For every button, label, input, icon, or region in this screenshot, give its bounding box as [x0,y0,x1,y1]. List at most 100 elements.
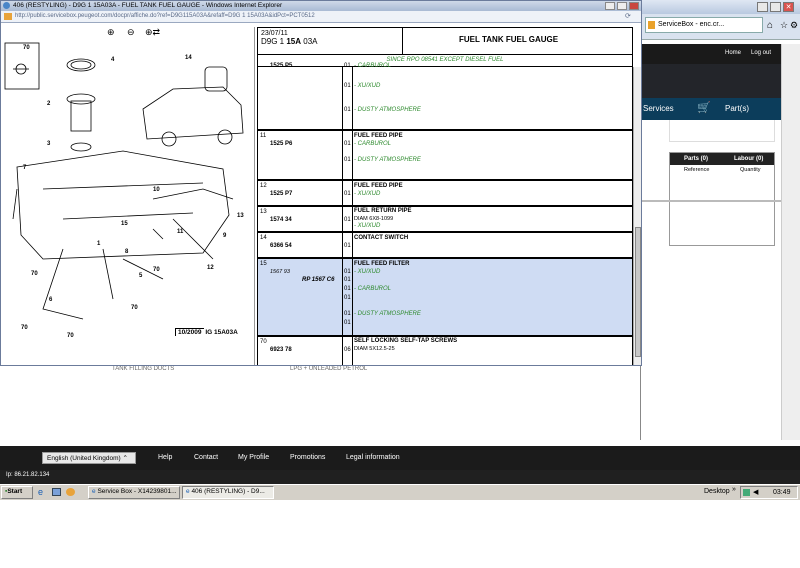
tab-parts[interactable]: Parts (0) [684,156,708,162]
popup-address-bar[interactable]: http://public.servicebox.peugeot.com/doc… [1,11,641,23]
part-reference: 6366 54 [270,243,292,249]
site-footer: English (United Kingdom) ⌃ Help Contact … [0,446,800,470]
quicklaunch-desktop-icon[interactable] [52,488,61,496]
browser-tab[interactable]: ServiceBox - enc.cr... [645,17,763,33]
ie-icon: e [92,488,96,495]
logout-link[interactable]: Log out [751,50,771,56]
header-title: FUEL TANK FUEL GAUGE [402,27,633,55]
ip-bar: Ip: 86.21.82.134 [0,470,800,484]
quicklaunch-ie-icon[interactable]: e [38,487,43,497]
home-icon[interactable]: ⌂ [767,20,773,31]
parts-tab[interactable]: Part(s) [725,104,749,113]
scrollbar-thumb[interactable] [635,227,641,357]
footer-link-contact[interactable]: Contact [194,454,218,461]
footer-link-promotions[interactable]: Promotions [290,454,325,461]
restore-icon[interactable] [770,2,781,12]
callout-15: 15 [121,221,128,227]
background-page-content: TANK FILLING DUCTS LPG + UNLEADED PETROL [0,366,640,446]
diagram-ref: IG 15A03A [205,329,238,336]
table-row[interactable]: 12 1525 P7 01 FUEL FEED PIPE - XU/XUD [257,180,633,207]
ie-icon [3,2,10,9]
col-divider [352,233,353,259]
callout-6: 6 [49,297,53,303]
background-tab-row: ServiceBox - enc.cr... ⌂ ☆ ⚙ [641,14,800,40]
gear-icon[interactable]: ⚙ [790,20,798,31]
callout-4: 4 [111,57,115,63]
minimize-icon[interactable] [605,2,615,10]
desktop-toolbar-label[interactable]: Desktop [704,488,730,495]
tray-network-icon[interactable] [743,489,750,496]
note: - DUSTY ATMOSPHERE [354,157,421,163]
col-divider [352,67,353,131]
taskbar-item-popup[interactable]: e 406 (RESTYLING) - D9... [182,486,274,499]
col-divider [342,259,343,337]
address-url: http://public.servicebox.peugeot.com/doc… [15,13,315,19]
footer-link-legal[interactable]: Legal information [346,454,400,461]
desktop-screen: { "popup": { "title": "406 (RESTYLING) -… [0,0,800,568]
qty: 01 [344,63,351,69]
footer-link-profile[interactable]: My Profile [238,454,269,461]
callout-10: 10 [153,187,160,193]
col-divider [342,337,343,365]
parts-panel: Parts (0) Labour (0) Reference Quantity [669,152,775,246]
background-titlebar: ✕ [641,0,800,14]
minimize-icon[interactable] [757,2,768,12]
popup-titlebar: 406 (RESTYLING) - D9G 1 15A03A - FUEL TA… [1,1,641,11]
star-icon[interactable]: ☆ [780,20,788,31]
col-divider [352,131,353,181]
taskbar-item-servicebox[interactable]: e Service Box - X14239801... [88,486,180,499]
col-divider [342,207,343,233]
panel-strip [669,120,775,142]
column-quantity: Quantity [740,167,761,173]
callout-1: 1 [97,241,101,247]
quicklaunch-media-icon[interactable] [66,488,75,496]
callout-14: 14 [185,55,192,61]
table-row[interactable]: 14 6366 54 01 CONTACT SWITCH [257,232,633,259]
header-subtitle: SINCE RPO 08541 EXCEPT DIESEL FUEL [257,54,633,66]
header-band [641,64,781,98]
qty: 01 [344,191,351,197]
table-row[interactable]: 11 1525 P6 01 01 FUEL FEED PIPE - CARBUR… [257,130,633,181]
part-detail: DIAM 6X8-1099 [354,216,394,222]
chevron-right-icon[interactable]: » [732,486,736,493]
vertical-scrollbar[interactable] [781,44,800,440]
close-icon[interactable]: ✕ [783,2,794,12]
parts-table: 23/07/11 D9G 1 15A 03A FUEL TANK FUEL GA… [257,27,641,365]
page-icon [648,21,655,29]
note: - XU/XUD [354,269,381,275]
part-description: FUEL FEED PIPE [354,133,403,139]
table-row[interactable]: 70 6923 78 06 SELF LOCKING SELF-TAP SCRE… [257,336,633,365]
ip-address: Ip: 86.21.82.134 [6,472,50,478]
callout-9: 9 [223,233,227,239]
start-button[interactable]: ▪Start [1,486,33,499]
gray-divider [641,200,781,202]
reload-icon[interactable]: ⟳ [625,12,631,20]
table-row[interactable]: 13 1574 34 01 FUEL RETURN PIPE DIAM 6X8-… [257,206,633,233]
col-divider [342,233,343,259]
item-number: 70 [260,339,267,345]
qty: 01 [344,286,351,292]
zoom-out-icon[interactable]: ⊖ [127,27,135,38]
callout-70c: 70 [153,267,160,273]
callout-70e: 70 [67,333,74,339]
close-icon[interactable] [629,2,639,10]
zoom-fit-icon[interactable]: ⊕⇄ [145,27,160,38]
zoom-in-icon[interactable]: ⊕ [107,27,115,38]
callout-70f: 70 [131,305,138,311]
popup-browser-window: 406 (RESTYLING) - D9G 1 15A03A - FUEL TA… [0,0,642,366]
qty: 01 [344,311,351,317]
table-row[interactable]: 1525 P5 01 01 01 - CARBUROL - XU/XUD - D… [257,63,633,131]
footer-link-help[interactable]: Help [158,454,172,461]
qty: 01 [344,141,351,147]
restore-icon[interactable] [617,2,627,10]
services-tab[interactable]: Services [643,104,674,113]
tab-labour[interactable]: Labour (0) [734,156,763,162]
diagram-footer: 10/2009 IG 15A03A [175,328,251,336]
home-link[interactable]: Home [725,50,741,56]
col-divider [342,181,343,207]
tray-volume-icon[interactable]: ◀ [753,488,758,496]
table-scrollbar[interactable] [633,67,641,365]
item-number: 11 [260,133,267,139]
table-row-selected[interactable]: 15 1567 93 RP 1567 C6 01 01 01 01 01 01 … [257,258,633,337]
language-select[interactable]: English (United Kingdom) ⌃ [42,452,136,464]
